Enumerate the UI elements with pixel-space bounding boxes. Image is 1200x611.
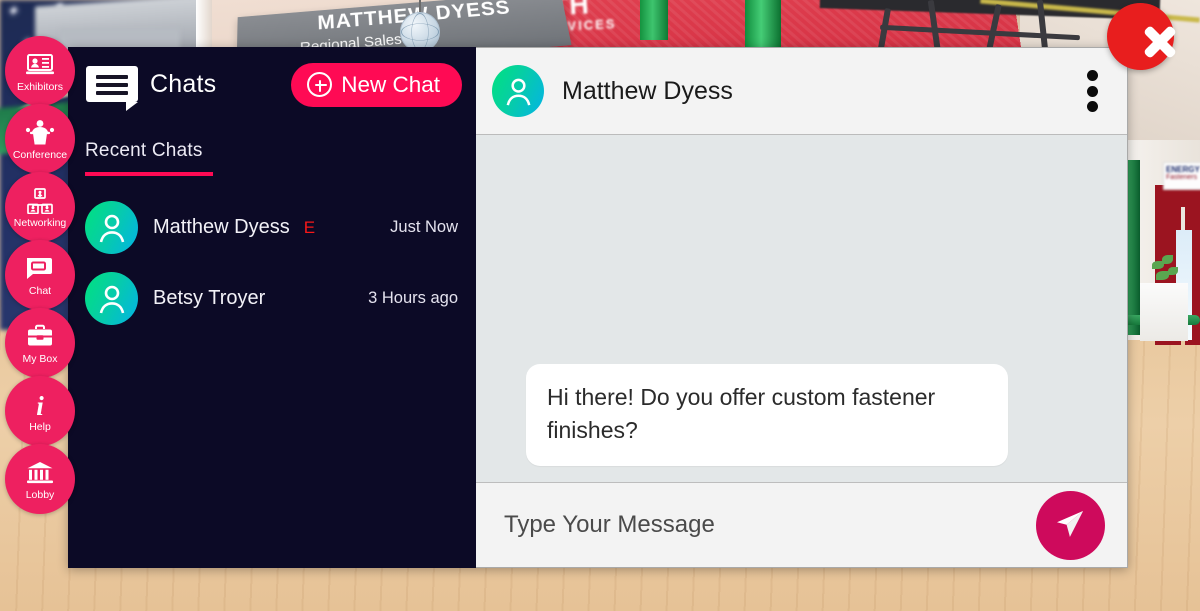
contact-name: Matthew Dyess — [562, 76, 733, 105]
chat-list-panel: Chats New Chat Recent Chats Matthew Dyes… — [68, 47, 476, 568]
white-counter — [1140, 283, 1188, 341]
message-composer — [476, 482, 1127, 567]
geodesic-lamp-icon — [400, 12, 440, 52]
plant-icon — [1150, 255, 1180, 285]
recent-chats-section: Recent Chats — [68, 122, 476, 176]
sidebar-item-label: Conference — [12, 148, 68, 161]
list-item-time: 3 Hours ago — [368, 289, 458, 307]
networking-icon — [25, 186, 55, 216]
send-button[interactable] — [1036, 490, 1105, 560]
mini-booth-sign: ENERGY Fasteners — [1163, 162, 1200, 190]
list-item-name: Betsy Troyer — [153, 287, 266, 309]
podium-icon — [24, 118, 56, 148]
list-item-name: Matthew Dyess — [153, 216, 290, 238]
status-badge: E — [303, 217, 316, 237]
sidebar-item-label: Lobby — [25, 488, 55, 501]
exhibitors-icon — [25, 50, 55, 80]
sidebar-item-conference[interactable]: Conference — [5, 104, 75, 174]
conversation-header: Matthew Dyess — [476, 48, 1127, 135]
sidebar-item-help[interactable]: i Help — [5, 376, 75, 446]
sidebar-item-exhibitors[interactable]: Exhibitors — [5, 36, 75, 106]
sidebar-item-networking[interactable]: Networking — [5, 172, 75, 242]
chat-list-header: Chats New Chat — [68, 47, 476, 122]
list-item[interactable]: Matthew Dyess E Just Now — [68, 192, 476, 263]
sidebar-item-lobby[interactable]: Lobby — [5, 444, 75, 514]
chat-list-title: Chats — [150, 70, 217, 98]
kebab-menu-icon[interactable] — [1079, 68, 1105, 114]
sidebar-item-label: Chat — [28, 284, 52, 297]
sidebar-item-chat[interactable]: Chat — [5, 240, 75, 310]
recent-chats-label: Recent Chats — [85, 140, 203, 161]
sidebar-item-label: Exhibitors — [16, 80, 64, 93]
avatar — [492, 65, 544, 117]
sidebar-item-label: My Box — [22, 352, 58, 365]
chat-bubble-icon — [24, 254, 56, 284]
list-item[interactable]: Betsy Troyer 3 Hours ago — [68, 263, 476, 334]
svg-text:i: i — [36, 391, 44, 419]
mini-sign-line-2: Fasteners — [1166, 174, 1198, 181]
chat-list-rows: Matthew Dyess E Just Now Betsy Troyer 3 … — [68, 192, 476, 334]
briefcase-icon — [25, 322, 55, 352]
paper-plane-icon — [1053, 509, 1089, 541]
info-icon: i — [31, 390, 49, 420]
list-item-time: Just Now — [390, 218, 458, 236]
message-thread: Hi there! Do you offer custom fastener f… — [476, 135, 1127, 482]
green-pillar-1 — [640, 0, 668, 40]
plus-circle-icon — [307, 72, 333, 97]
sidebar-item-my-box[interactable]: My Box — [5, 308, 75, 378]
active-tab-underline — [85, 172, 213, 176]
sidebar-item-label: Networking — [13, 216, 67, 229]
new-chat-button[interactable]: New Chat — [291, 62, 462, 107]
message-input[interactable] — [504, 511, 1024, 539]
conversation-panel: Matthew Dyess Hi there! Do you offer cus… — [476, 47, 1128, 568]
main-nav-rail: Exhibitors Conference Networking Chat My… — [5, 36, 77, 514]
new-chat-label: New Chat — [341, 71, 440, 97]
sidebar-item-label: Help — [29, 420, 51, 433]
mini-sign-line-1: ENERGY — [1166, 165, 1200, 174]
avatar — [85, 272, 138, 325]
chat-window: Chats New Chat Recent Chats Matthew Dyes… — [68, 47, 1128, 568]
bank-icon — [25, 458, 55, 488]
message-bubble-incoming: Hi there! Do you offer custom fastener f… — [526, 364, 1008, 466]
close-button[interactable] — [1107, 3, 1177, 70]
hamburger-bubble-icon[interactable] — [86, 65, 140, 111]
avatar — [85, 201, 138, 254]
